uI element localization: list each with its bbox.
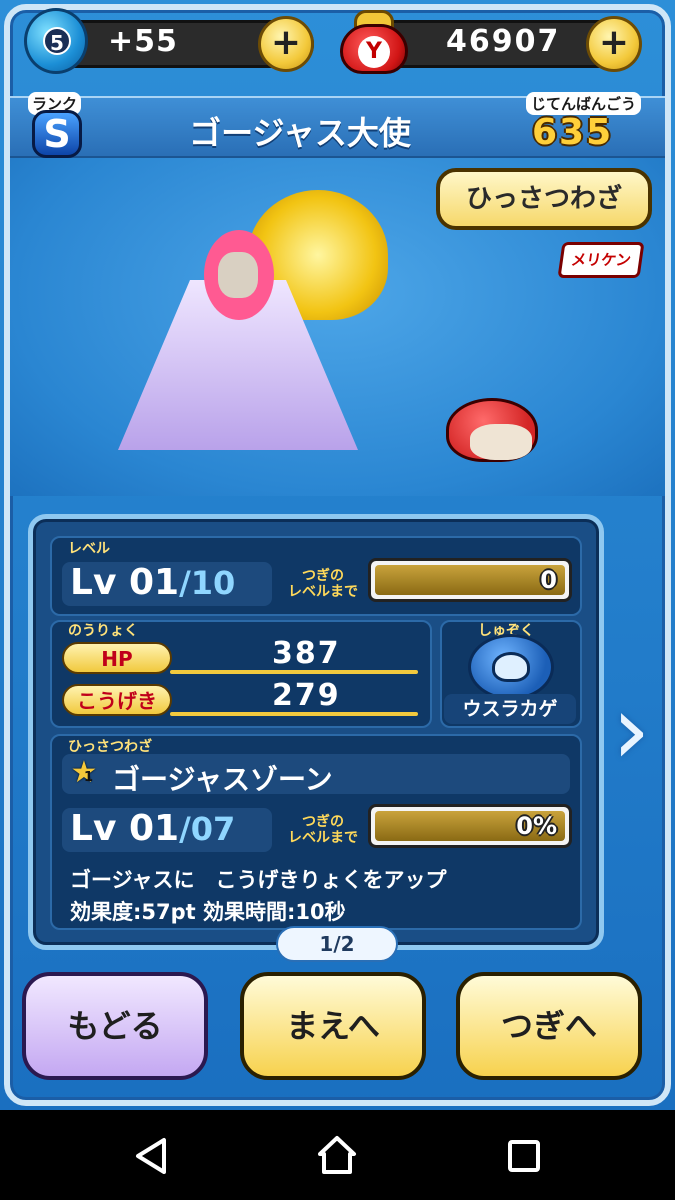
- skill-caption: ひっさつわざ: [68, 739, 152, 755]
- special-move-button[interactable]: ひっさつわざ: [436, 168, 652, 230]
- skill-level-max: /07: [179, 810, 236, 848]
- coin-amount: +55: [108, 24, 178, 59]
- level-exp-value: 0: [540, 566, 557, 594]
- back-button[interactable]: もどる: [22, 972, 208, 1080]
- hp-label: HP: [62, 642, 172, 674]
- skill-star-rank: 1: [84, 770, 94, 785]
- rank-badge: ランク S: [28, 92, 104, 158]
- face-shape: [218, 252, 258, 298]
- skill-next-label: つぎの レベルまで: [280, 814, 366, 846]
- skill-next-label-line1: つぎの: [302, 814, 344, 830]
- chevron-right-icon[interactable]: ›: [612, 680, 660, 790]
- purse-icon: Y: [340, 10, 408, 74]
- level-current: 01: [128, 562, 180, 603]
- game-screen: 5 +55 + Y 46907 + ランク S ゴージャス大使 じてんばんごう …: [0, 0, 675, 1110]
- skill-exp-bar: 0%: [368, 804, 572, 848]
- mini-character-face: [470, 424, 532, 460]
- skill-description: ゴージャスに こうげきりょくをアップ: [70, 868, 447, 892]
- attack-value: 279: [272, 678, 341, 713]
- tribe-tag-badge: メリケン: [557, 242, 645, 278]
- skill-exp-value: 0%: [516, 812, 557, 840]
- nav-recents-icon[interactable]: [506, 1138, 542, 1174]
- hp-underline: [170, 670, 418, 674]
- skill-effect: 効果度:57pt 効果時間:10秒: [70, 900, 346, 924]
- hp-value: 387: [272, 636, 341, 671]
- player-level-number: 5: [43, 27, 71, 55]
- nav-home-icon[interactable]: [316, 1134, 358, 1176]
- level-exp-bar: 0: [368, 558, 572, 602]
- rank-value: S: [32, 110, 82, 158]
- skill-level-current: 01: [128, 808, 180, 849]
- skill-level-prefix: Lv: [70, 808, 117, 849]
- level-next-label: つぎの レベルまで: [280, 568, 366, 600]
- character-name: ゴージャス大使: [189, 114, 411, 152]
- level-caption: レベル: [68, 541, 110, 557]
- skill-next-label-line2: レベルまで: [288, 830, 358, 846]
- level-next-label-line2: レベルまで: [288, 584, 358, 600]
- nav-back-icon[interactable]: [132, 1136, 172, 1176]
- android-nav-bar: [0, 1110, 675, 1200]
- money-amount: 46907: [446, 24, 561, 59]
- tribe-name: ウスラカゲ: [444, 694, 576, 724]
- attack-underline: [170, 712, 418, 716]
- page-indicator: 1/2: [276, 926, 398, 962]
- level-display: Lv 01/10: [70, 562, 235, 603]
- attack-label: こうげき: [62, 684, 172, 716]
- skill-level-display: Lv 01/07: [70, 808, 235, 849]
- power-caption: のうりょく: [68, 623, 138, 639]
- money-glyph: Y: [358, 36, 390, 68]
- add-money-button[interactable]: +: [586, 16, 642, 72]
- dex-number-badge: じてんばんごう 635: [520, 90, 660, 158]
- tribe-icon-face: [492, 652, 530, 682]
- skill-name: ゴージャスゾーン: [112, 763, 333, 796]
- add-coins-button[interactable]: +: [258, 16, 314, 72]
- level-prefix: Lv: [70, 562, 117, 603]
- next-button[interactable]: つぎへ: [456, 972, 642, 1080]
- dex-number: 635: [532, 112, 614, 153]
- level-next-label-line1: つぎの: [302, 568, 344, 584]
- character-illustration[interactable]: [118, 190, 398, 450]
- level-max: /10: [179, 564, 236, 602]
- previous-button[interactable]: まえへ: [240, 972, 426, 1080]
- player-level-icon: 5: [24, 8, 88, 74]
